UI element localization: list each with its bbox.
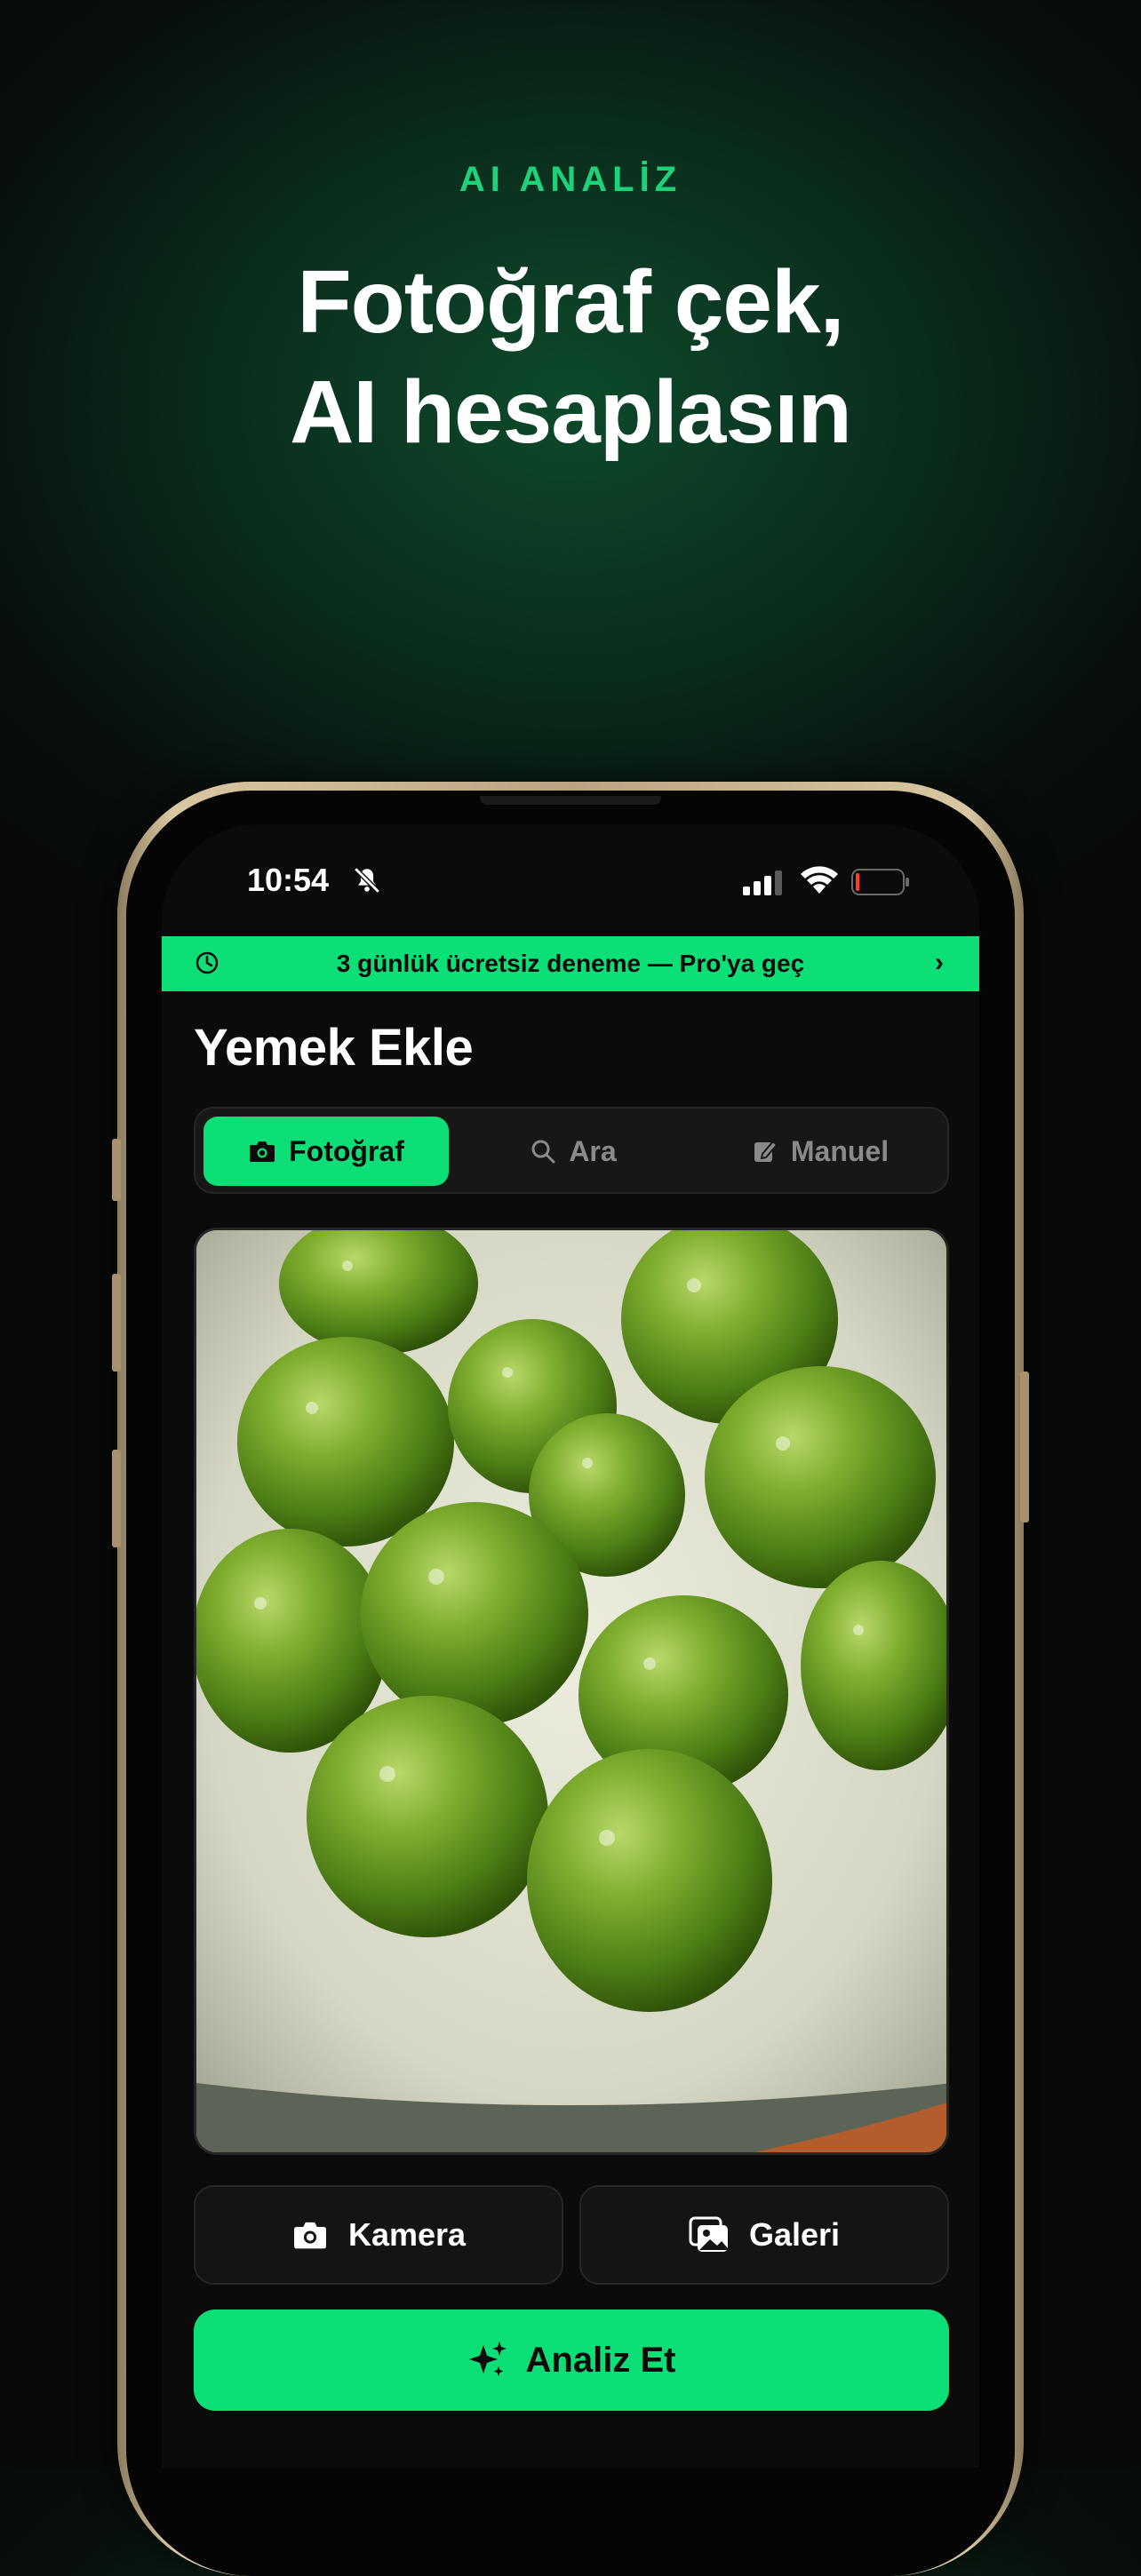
signal-icon [743, 871, 782, 895]
search-icon [531, 1140, 555, 1164]
camera-button-label: Kamera [347, 2216, 467, 2253]
promo-text: 3 günlük ücretsiz deneme — Pro'ya geç [336, 950, 805, 977]
food-photo-preview [194, 1228, 949, 2155]
page-title: Yemek Ekle [194, 1019, 474, 1077]
status-bar: 10:54 [162, 858, 979, 911]
phone-volume-down [112, 1450, 121, 1547]
battery-icon [851, 869, 909, 895]
phone-power-button [1020, 1371, 1029, 1523]
chevron-right-icon: › [935, 948, 944, 977]
camera-icon [250, 1141, 275, 1162]
dynamic-island-edge [480, 796, 661, 805]
gallery-icon [689, 2216, 728, 2252]
analyze-button-label: Analiz Et [525, 2340, 676, 2380]
hero-eyebrow: AI ANALİZ [459, 160, 682, 199]
tab-photo-label: Fotoğraf [289, 1134, 404, 1167]
headline-line-1: Fotoğraf çek, [297, 252, 845, 352]
tab-search[interactable]: Ara [451, 1117, 696, 1186]
phone-screen: 10:54 3 günlük ücretsiz deneme — Pro'ya … [162, 824, 979, 2468]
analyze-button[interactable]: Analiz Et [194, 2310, 949, 2411]
sparkles-icon [468, 2341, 507, 2376]
headline-line-2: AI hesaplasın [290, 362, 852, 462]
edit-icon [754, 1140, 778, 1162]
phone-side-button [112, 1139, 121, 1201]
hero-headline: Fotoğraf çek, AI hesaplasın [0, 247, 1141, 467]
camera-button[interactable]: Kamera [194, 2185, 563, 2285]
phone-volume-up [112, 1274, 121, 1371]
bell-slash-icon [354, 867, 380, 894]
tab-manual-label: Manuel [790, 1134, 890, 1167]
status-time: 10:54 [247, 862, 330, 898]
promo-banner[interactable]: 3 günlük ücretsiz deneme — Pro'ya geç › [162, 936, 979, 991]
green-plums-image [196, 1230, 946, 2152]
tab-photo[interactable]: Fotoğraf [203, 1117, 449, 1186]
camera-icon [293, 2222, 326, 2249]
input-mode-tabs: Fotoğraf Ara Manuel [194, 1107, 949, 1194]
gallery-button-label: Galeri [748, 2216, 841, 2253]
gallery-button[interactable]: Galeri [579, 2185, 949, 2285]
wifi-icon [801, 866, 838, 894]
tab-search-label: Ara [569, 1134, 617, 1167]
tab-manual[interactable]: Manuel [698, 1117, 943, 1186]
